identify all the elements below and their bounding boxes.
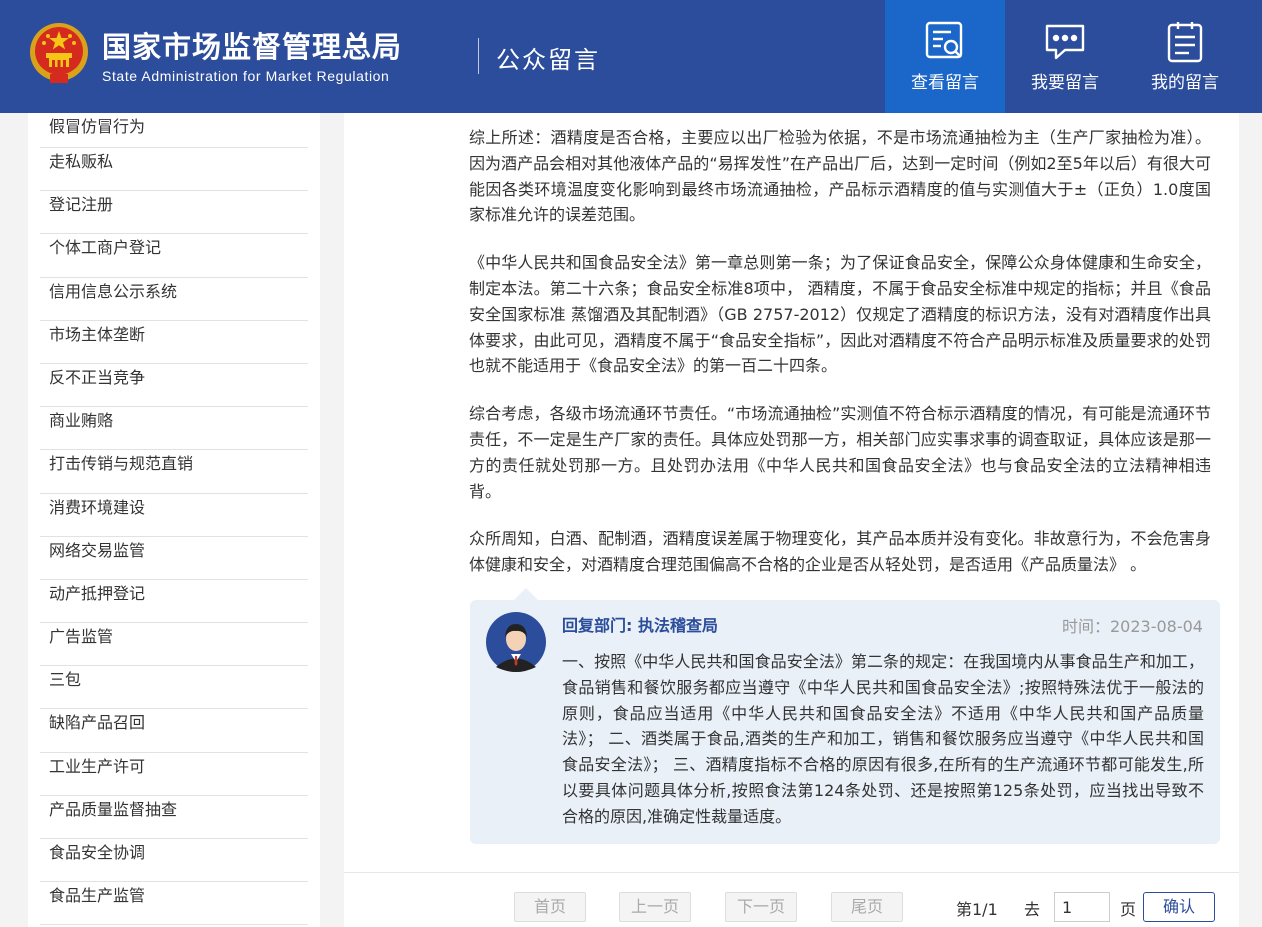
- nav-label: 我的留言: [1151, 73, 1219, 93]
- message-body: 综上所述：酒精度是否合格，主要应以出厂检验为依据，不是市场流通抽检为主（生产厂家…: [469, 125, 1211, 600]
- sidebar-item[interactable]: 动产抵押登记: [40, 580, 308, 624]
- goto-label: 去: [1024, 900, 1041, 919]
- last-page-button[interactable]: 尾页: [831, 892, 903, 922]
- sidebar-item[interactable]: 反不正当竞争: [40, 364, 308, 408]
- reply-time: 时间：2023-08-04: [1062, 617, 1203, 636]
- nav-label: 查看留言: [911, 73, 979, 93]
- sidebar-item[interactable]: 产品质量监督抽查: [40, 796, 308, 839]
- clipboard-list-icon: [1167, 22, 1203, 63]
- header-divider: [478, 38, 479, 74]
- sidebar-item[interactable]: 登记注册: [40, 191, 308, 235]
- sidebar-item[interactable]: 食品安全协调: [40, 839, 308, 883]
- sidebar-item[interactable]: 假冒仿冒行为: [40, 113, 308, 148]
- site-header: 国家市场监督管理总局 State Administration for Mark…: [0, 0, 1262, 113]
- header-nav: 查看留言 我要留言 我的留言: [885, 0, 1245, 113]
- sidebar-item[interactable]: 消费环境建设: [40, 494, 308, 537]
- message-paragraph: 综合考虑，各级市场流通环节责任。“市场流通抽检”实测值不符合标示酒精度的情况，有…: [469, 404, 1211, 501]
- nav-my-messages[interactable]: 我的留言: [1125, 0, 1245, 113]
- reply-department: 回复部门: 执法稽查局: [562, 616, 718, 635]
- sidebar-item[interactable]: 走私贩私: [40, 148, 308, 192]
- pager-divider: [344, 872, 1239, 873]
- national-emblem-icon: [30, 23, 88, 83]
- sidebar-item[interactable]: 市场主体垄断: [40, 321, 308, 364]
- page-info: 第1/1: [956, 900, 998, 919]
- message-paragraph: 众所周知，白酒、配制酒，酒精度误差属于物理变化，其产品本质并没有变化。非故意行为…: [469, 529, 1211, 575]
- prev-page-button[interactable]: 上一页: [619, 892, 691, 922]
- category-list: 假冒仿冒行为 走私贩私 登记注册 个体工商户登记 信用信息公示系统 市场主体垄断 反不正当竞…: [40, 113, 308, 926]
- site-title-en: State Administration for Market Regulati…: [102, 68, 390, 84]
- category-sidebar: 假冒仿冒行为 走私贩私 登记注册 个体工商户登记 信用信息公示系统 市场主体垄断 反不正当竞…: [28, 113, 320, 927]
- site-title-cn: 国家市场监督管理总局: [102, 30, 403, 64]
- chat-bubble-icon: [1045, 24, 1085, 60]
- sidebar-item[interactable]: 打击传销与规范直销: [40, 450, 308, 494]
- sidebar-item[interactable]: 信用信息公示系统: [40, 278, 308, 321]
- official-avatar-icon: [486, 612, 546, 672]
- nav-label: 我要留言: [1031, 73, 1099, 93]
- reply-box: 回复部门: 执法稽查局 时间：2023-08-04 一、按照《中华人民共和国食品…: [470, 588, 1220, 844]
- page-number-input[interactable]: [1054, 892, 1110, 922]
- sidebar-item[interactable]: 食品生产监管: [40, 882, 308, 926]
- message-paragraph: 《中华人民共和国食品安全法》第一章总则第一条；为了保证食品安全，保障公众身体健康…: [469, 253, 1211, 376]
- message-detail: 综上所述：酒精度是否合格，主要应以出厂检验为依据，不是市场流通抽检为主（生产厂家…: [344, 113, 1239, 927]
- first-page-button[interactable]: 首页: [514, 892, 586, 922]
- view-message-icon: [925, 21, 963, 59]
- section-title: 公众留言: [496, 46, 600, 74]
- page-unit-label: 页: [1120, 900, 1137, 919]
- next-page-button[interactable]: 下一页: [725, 892, 797, 922]
- sidebar-item[interactable]: 广告监管: [40, 623, 308, 667]
- sidebar-item[interactable]: 个体工商户登记: [40, 234, 308, 278]
- pagination: 首页 上一页 下一页 尾页 第1/1 去 页 确认: [344, 892, 1239, 922]
- nav-post-message[interactable]: 我要留言: [1005, 0, 1125, 113]
- message-paragraph: 综上所述：酒精度是否合格，主要应以出厂检验为依据，不是市场流通抽检为主（生产厂家…: [469, 128, 1211, 225]
- sidebar-item[interactable]: 商业贿赂: [40, 407, 308, 451]
- sidebar-item[interactable]: 缺陷产品召回: [40, 709, 308, 753]
- sidebar-item[interactable]: 三包: [40, 666, 308, 710]
- reply-text: 一、按照《中华人民共和国食品安全法》第二条的规定：在我国境内从事食品生产和加工，…: [562, 652, 1204, 826]
- sidebar-item[interactable]: 网络交易监管: [40, 537, 308, 580]
- sidebar-item[interactable]: 工业生产许可: [40, 753, 308, 796]
- confirm-button[interactable]: 确认: [1143, 892, 1215, 922]
- reply-pointer: [514, 588, 538, 600]
- nav-view-messages[interactable]: 查看留言: [885, 0, 1005, 113]
